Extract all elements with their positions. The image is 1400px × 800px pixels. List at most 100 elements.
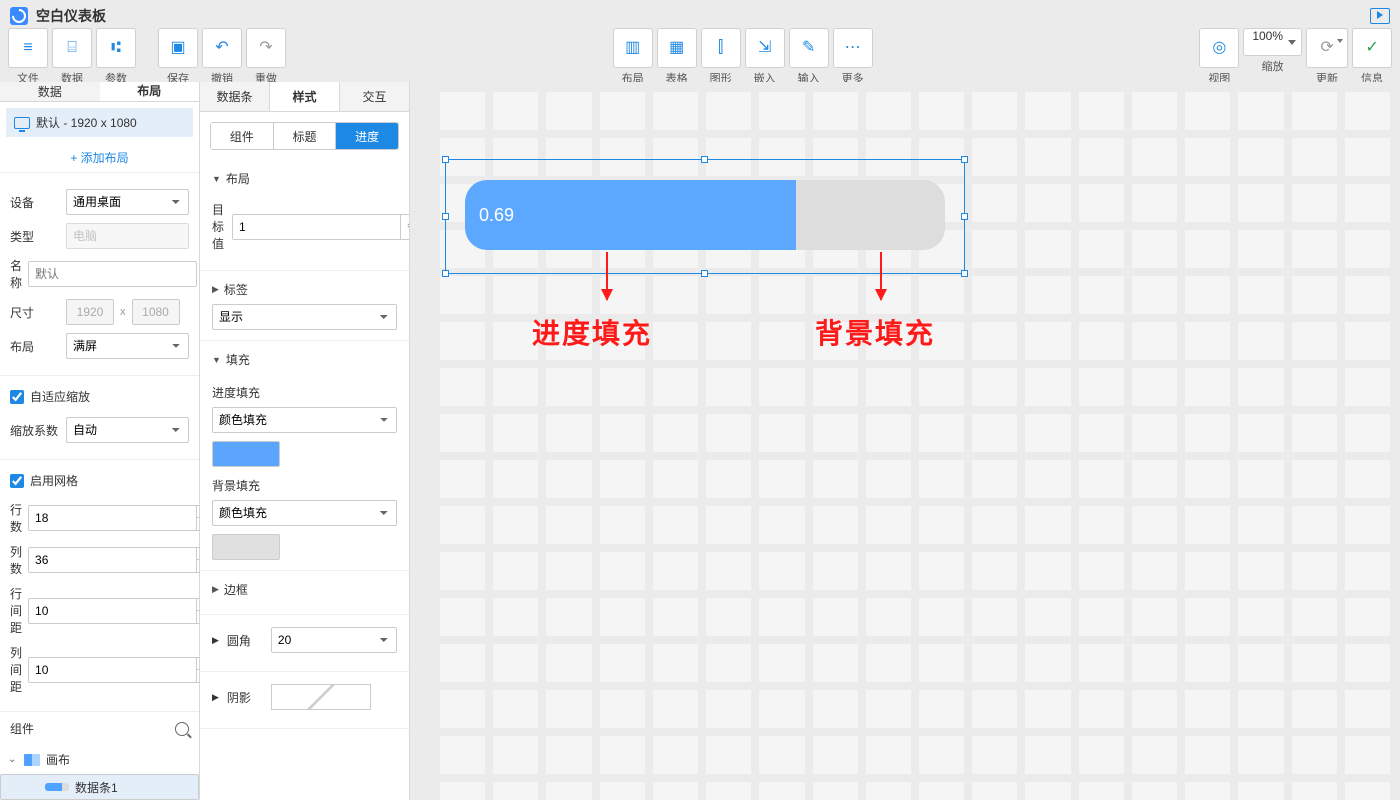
resize-handle-w[interactable] (442, 213, 449, 220)
height-input (132, 299, 180, 325)
app-title: 空白仪表板 (36, 6, 106, 26)
width-input (66, 299, 114, 325)
rows-input[interactable]: ▲▼ (28, 505, 211, 531)
tab-interact[interactable]: 交互 (340, 82, 409, 111)
progress-value-label: 0.69 (479, 205, 514, 226)
bg-fill-type[interactable]: 颜色填充 (212, 500, 397, 526)
layout-icon: ▥ (625, 40, 640, 56)
target-input[interactable]: =x (232, 214, 410, 240)
params-button[interactable]: ⑆ (96, 28, 136, 68)
undo-button[interactable]: ↶ (202, 28, 242, 68)
triangle-down-icon: ▼ (212, 174, 221, 184)
main-toolbar: ≡文件 ⌸数据 ⑆参数 ▣保存 ↶撤销 ↷重做 ▥布局 ▦表格 ⫿图形 ⇲嵌入 … (0, 32, 1400, 82)
tab-style[interactable]: 样式 (270, 82, 340, 111)
layout-button[interactable]: ▥ (613, 28, 653, 68)
search-icon[interactable] (175, 722, 189, 736)
cols-input[interactable]: ▲▼ (28, 547, 211, 573)
check-icon: ✓ (1365, 40, 1378, 56)
chevron-down-icon: ⌄ (8, 754, 18, 765)
tree-databar[interactable]: 数据条1 (0, 774, 199, 800)
menu-icon: ≡ (23, 40, 32, 56)
databar-icon (45, 783, 69, 791)
embed-button[interactable]: ⇲ (745, 28, 785, 68)
refresh-icon: ⟳ (1320, 40, 1333, 56)
triangle-right-icon: ▶ (212, 584, 219, 595)
save-button[interactable]: ▣ (158, 28, 198, 68)
progress-fill: 0.69 (465, 180, 796, 250)
preview-icon[interactable] (1370, 8, 1390, 24)
layout-list-item[interactable]: 默认 - 1920 x 1080 (6, 108, 193, 137)
data-button[interactable]: ⌸ (52, 28, 92, 68)
zoom-select[interactable]: 100% (1243, 28, 1302, 56)
section-label[interactable]: ▶标签 (212, 275, 397, 304)
canvas-icon (24, 754, 40, 766)
resize-handle-ne[interactable] (961, 156, 968, 163)
table-icon: ▦ (669, 40, 684, 56)
colgap-input[interactable]: ▲▼ (28, 657, 211, 683)
tree-canvas[interactable]: ⌄ 画布 (0, 745, 199, 774)
table-button[interactable]: ▦ (657, 28, 697, 68)
more-icon: ⋯ (845, 40, 861, 56)
grid-checkbox[interactable] (10, 474, 24, 488)
label-visibility-select[interactable]: 显示 (212, 304, 397, 330)
seg-progress[interactable]: 进度 (336, 123, 398, 149)
tab-databar[interactable]: 数据条 (200, 82, 270, 111)
resize-handle-n[interactable] (701, 156, 708, 163)
resize-handle-sw[interactable] (442, 270, 449, 277)
properties-panel: 数据条 样式 交互 组件 标题 进度 ▼布局 目标值 =x ▶标签 显示 ▼填充… (200, 82, 410, 800)
progress-fill-type[interactable]: 颜色填充 (212, 407, 397, 433)
layout-select[interactable]: 满屏 (66, 333, 189, 359)
triangle-right-icon: ▶ (212, 692, 219, 703)
canvas-area[interactable]: 0.69 进度填充 背景填充 (410, 82, 1400, 800)
input-button[interactable]: ✎ (789, 28, 829, 68)
tab-data[interactable]: 数据 (0, 82, 100, 101)
left-panel: 数据 布局 默认 - 1920 x 1080 添加布局 设备通用桌面 类型电脑 … (0, 82, 200, 800)
device-select[interactable]: 通用桌面 (66, 189, 189, 215)
resize-handle-e[interactable] (961, 213, 968, 220)
section-layout[interactable]: ▼布局 (212, 164, 397, 193)
annotation-arrow (606, 252, 608, 300)
triangle-down-icon: ▼ (212, 355, 221, 365)
embed-icon: ⇲ (758, 40, 771, 56)
radius-select[interactable]: 20 (271, 627, 397, 653)
name-input[interactable] (28, 261, 197, 287)
section-fill[interactable]: ▼填充 (212, 345, 397, 374)
view-icon: ◎ (1212, 40, 1226, 56)
save-icon: ▣ (170, 40, 185, 56)
tab-layout[interactable]: 布局 (100, 82, 200, 101)
adaptive-checkbox[interactable] (10, 390, 24, 404)
type-select: 电脑 (66, 223, 189, 249)
resize-handle-se[interactable] (961, 270, 968, 277)
app-logo-icon (10, 7, 28, 25)
triangle-right-icon: ▶ (212, 284, 219, 295)
annotation-progress-fill: 进度填充 (532, 312, 652, 352)
rowgap-input[interactable]: ▲▼ (28, 598, 211, 624)
params-icon: ⑆ (111, 40, 121, 56)
bg-color-swatch[interactable] (212, 534, 280, 560)
add-layout-button[interactable]: 添加布局 (0, 143, 199, 172)
input-icon: ✎ (802, 40, 815, 56)
redo-button[interactable]: ↷ (246, 28, 286, 68)
resize-handle-s[interactable] (701, 270, 708, 277)
more-button[interactable]: ⋯ (833, 28, 873, 68)
resize-handle-nw[interactable] (442, 156, 449, 163)
undo-icon: ↶ (215, 40, 228, 56)
components-header: 组件 (0, 711, 199, 745)
annotation-arrow (880, 252, 882, 300)
chart-icon: ⫿ (718, 40, 723, 56)
seg-title[interactable]: 标题 (274, 123, 337, 149)
info-button[interactable]: ✓ (1352, 28, 1392, 68)
refresh-button[interactable]: ⟳ (1306, 28, 1348, 68)
view-button[interactable]: ◎ (1199, 28, 1239, 68)
redo-icon: ↷ (259, 40, 272, 56)
chart-button[interactable]: ⫿ (701, 28, 741, 68)
fx-icon[interactable]: =x (400, 215, 410, 239)
file-button[interactable]: ≡ (8, 28, 48, 68)
section-border[interactable]: ▶边框 (212, 575, 397, 604)
triangle-right-icon: ▶ (212, 635, 219, 646)
progress-color-swatch[interactable] (212, 441, 280, 467)
seg-component[interactable]: 组件 (211, 123, 274, 149)
shadow-preview[interactable] (271, 684, 371, 710)
progress-bar-widget[interactable]: 0.69 (465, 180, 945, 250)
scale-select[interactable]: 自动 (66, 417, 189, 443)
